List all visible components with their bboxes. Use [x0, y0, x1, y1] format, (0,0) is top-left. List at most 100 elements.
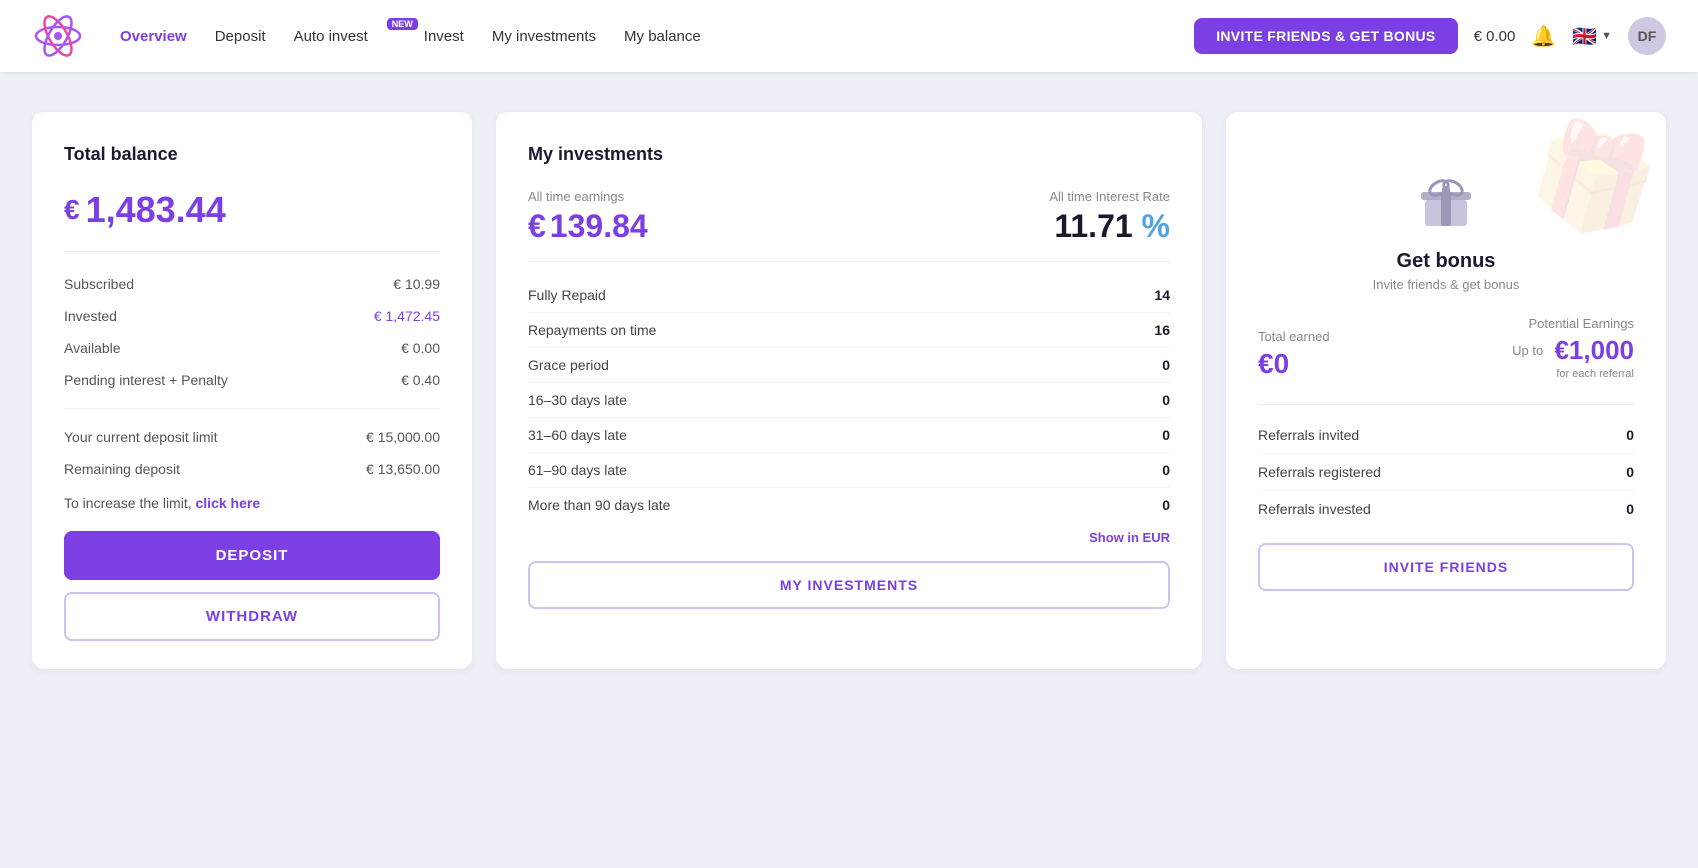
language-selector[interactable]: 🇬🇧 ▼ — [1572, 24, 1612, 49]
remaining-deposit-label: Remaining deposit — [64, 461, 180, 477]
subscribed-value: € 10.99 — [393, 276, 440, 292]
inv-row-90plus: More than 90 days late 0 — [528, 488, 1170, 522]
nav-invest[interactable]: Invest — [424, 28, 464, 45]
31-60-value: 0 — [1162, 427, 1170, 443]
16-30-label: 16–30 days late — [528, 392, 627, 408]
inv-row-16-30: 16–30 days late 0 — [528, 383, 1170, 418]
nav-right: INVITE FRIENDS & GET BONUS € 0.00 🔔 🇬🇧 ▼… — [1194, 17, 1666, 55]
show-in-eur-link[interactable]: Show in EUR — [528, 530, 1170, 545]
potential-value: €1,000 — [1554, 335, 1634, 366]
upto-text: Up to — [1512, 343, 1543, 358]
my-investments-title: My investments — [528, 144, 1170, 165]
potential-earnings-amount: Up to €1,000 — [1512, 335, 1634, 366]
chevron-down-icon: ▼ — [1601, 30, 1612, 42]
total-earned-label: Total earned — [1258, 329, 1330, 344]
referrals-invited-label: Referrals invited — [1258, 427, 1359, 443]
nav-auto-invest[interactable]: Auto invest NEW — [294, 28, 396, 45]
amount-value: 1,483.44 — [86, 189, 226, 231]
inv-row-grace-period: Grace period 0 — [528, 348, 1170, 383]
potential-earnings-section: Potential Earnings Up to €1,000 for each… — [1512, 316, 1634, 380]
all-time-rate: All time Interest Rate 11.71 % — [1049, 189, 1170, 245]
invite-friends-card-button[interactable]: INVITE FRIENDS — [1258, 543, 1634, 591]
repayments-value: 16 — [1154, 322, 1170, 338]
available-value: € 0.00 — [401, 340, 440, 356]
balance-row-subscribed: Subscribed € 10.99 — [64, 268, 440, 300]
interest-rate-value: 11.71 % — [1049, 208, 1170, 245]
investment-rows: Fully Repaid 14 Repayments on time 16 Gr… — [528, 278, 1170, 522]
90plus-label: More than 90 days late — [528, 497, 670, 513]
gift-icon-wrap — [1258, 164, 1634, 234]
balance-row-pending: Pending interest + Penalty € 0.40 — [64, 364, 440, 396]
referrals-invested-value: 0 — [1626, 501, 1634, 517]
total-balance-amount: € 1,483.44 — [64, 189, 440, 231]
nav-links: Overview Deposit Auto invest NEW Invest … — [120, 28, 1194, 45]
balance-rows: Subscribed € 10.99 Invested € 1,472.45 A… — [64, 251, 440, 396]
90plus-value: 0 — [1162, 497, 1170, 513]
nav-my-balance[interactable]: My balance — [624, 28, 701, 45]
my-investments-card: My investments All time earnings € 139.8… — [496, 112, 1202, 669]
header-balance: € 0.00 — [1474, 28, 1516, 45]
deposit-button[interactable]: DEPOSIT — [64, 531, 440, 580]
remaining-deposit-row: Remaining deposit € 13,650.00 — [64, 453, 440, 485]
earnings-value: 139.84 — [550, 208, 648, 245]
uk-flag-icon: 🇬🇧 — [1572, 24, 1597, 49]
balance-row-available: Available € 0.00 — [64, 332, 440, 364]
balance-row-invested: Invested € 1,472.45 — [64, 300, 440, 332]
total-earned-section: Total earned €0 — [1258, 329, 1330, 380]
user-avatar[interactable]: DF — [1628, 17, 1666, 55]
navbar: Overview Deposit Auto invest NEW Invest … — [0, 0, 1698, 72]
main-content: Total balance € 1,483.44 Subscribed € 10… — [0, 72, 1698, 709]
logo[interactable] — [32, 10, 84, 62]
inv-row-31-60: 31–60 days late 0 — [528, 418, 1170, 453]
deposit-limit-value: € 15,000.00 — [366, 429, 440, 445]
inv-divider — [528, 261, 1170, 262]
grace-period-value: 0 — [1162, 357, 1170, 373]
earnings-amount: € 139.84 — [528, 208, 648, 245]
referrals-invested-label: Referrals invested — [1258, 501, 1371, 517]
bonus-stats: Total earned €0 Potential Earnings Up to… — [1258, 316, 1634, 380]
gift-icon — [1411, 164, 1481, 234]
referral-card: 🎁 Get bonus Invite friends & get bonus T… — [1226, 112, 1666, 669]
get-bonus-title: Get bonus — [1258, 250, 1634, 273]
fully-repaid-label: Fully Repaid — [528, 287, 606, 303]
increase-limit-link[interactable]: click here — [196, 495, 261, 511]
referrals-invited-value: 0 — [1626, 427, 1634, 443]
total-balance-title: Total balance — [64, 144, 440, 165]
withdraw-button[interactable]: WITHDRAW — [64, 592, 440, 641]
get-bonus-subtitle: Invite friends & get bonus — [1258, 277, 1634, 292]
currency-symbol: € — [64, 194, 80, 226]
for-each-text: for each referral — [1512, 368, 1634, 380]
referrals-invited-row: Referrals invited 0 — [1258, 417, 1634, 454]
pending-value: € 0.40 — [401, 372, 440, 388]
deposit-limit-row: Your current deposit limit € 15,000.00 — [64, 421, 440, 453]
all-time-rate-label: All time Interest Rate — [1049, 189, 1170, 204]
16-30-value: 0 — [1162, 392, 1170, 408]
nav-my-investments[interactable]: My investments — [492, 28, 596, 45]
inv-row-61-90: 61–90 days late 0 — [528, 453, 1170, 488]
subscribed-label: Subscribed — [64, 276, 134, 292]
fully-repaid-value: 14 — [1154, 287, 1170, 303]
pending-label: Pending interest + Penalty — [64, 372, 228, 388]
referrals-registered-label: Referrals registered — [1258, 464, 1381, 480]
percent-sign: % — [1142, 208, 1170, 244]
available-label: Available — [64, 340, 121, 356]
potential-earnings-label: Potential Earnings — [1512, 316, 1634, 331]
bell-icon[interactable]: 🔔 — [1531, 24, 1556, 49]
61-90-label: 61–90 days late — [528, 462, 627, 478]
increase-limit-text: To increase the limit, click here — [64, 495, 440, 511]
remaining-deposit-value: € 13,650.00 — [366, 461, 440, 477]
61-90-value: 0 — [1162, 462, 1170, 478]
repayments-label: Repayments on time — [528, 322, 656, 338]
invite-friends-header-button[interactable]: INVITE FRIENDS & GET BONUS — [1194, 18, 1457, 54]
total-balance-card: Total balance € 1,483.44 Subscribed € 10… — [32, 112, 472, 669]
earnings-row: All time earnings € 139.84 All time Inte… — [528, 189, 1170, 245]
nav-overview[interactable]: Overview — [120, 28, 187, 45]
inv-row-fully-repaid: Fully Repaid 14 — [528, 278, 1170, 313]
all-time-earnings-label: All time earnings — [528, 189, 648, 204]
inv-row-repayments-on-time: Repayments on time 16 — [528, 313, 1170, 348]
referrals-invested-row: Referrals invested 0 — [1258, 491, 1634, 527]
nav-deposit[interactable]: Deposit — [215, 28, 266, 45]
invested-label: Invested — [64, 308, 117, 324]
my-investments-button[interactable]: MY INVESTMENTS — [528, 561, 1170, 609]
grace-period-label: Grace period — [528, 357, 609, 373]
